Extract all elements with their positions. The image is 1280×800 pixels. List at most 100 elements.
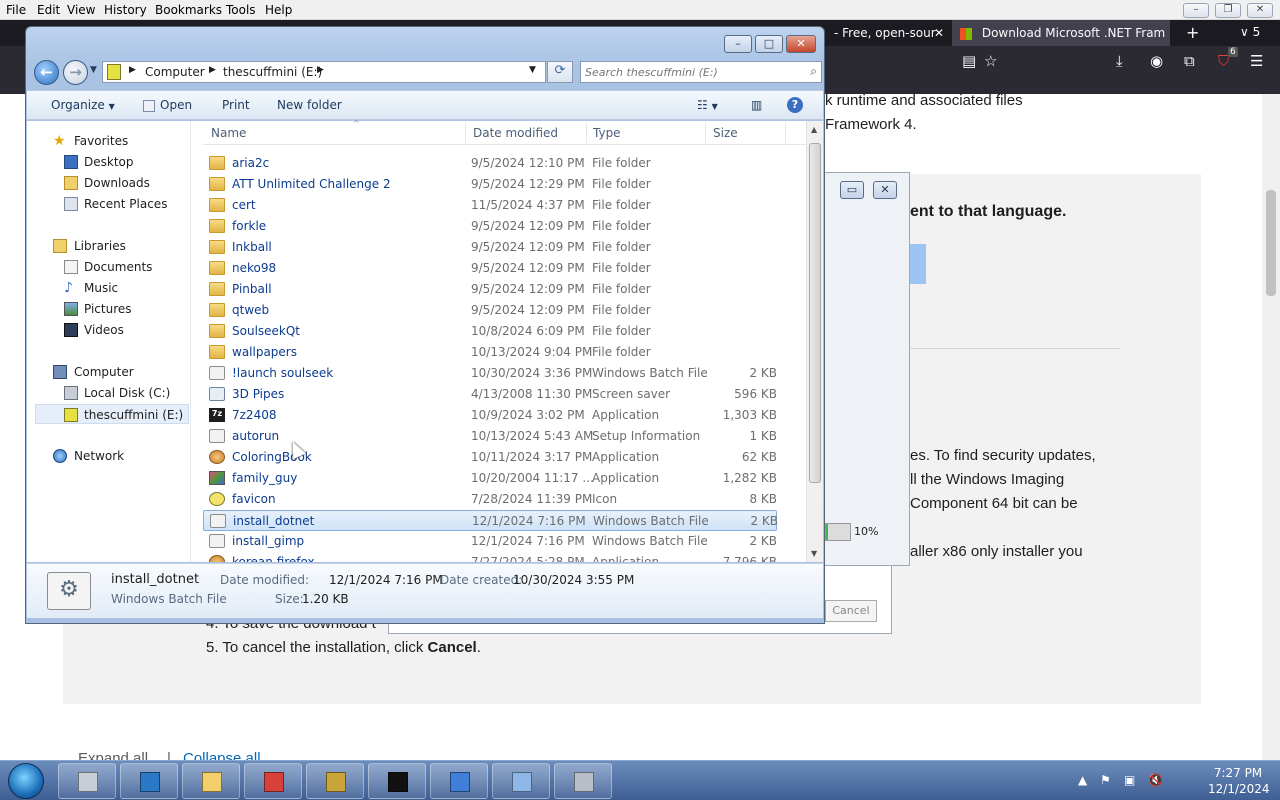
column-type[interactable]: Type xyxy=(593,126,621,140)
file-row[interactable]: !launch soulseek 10/30/2024 3:36 PM Window… xyxy=(203,363,777,384)
nav-local-disk[interactable]: Local Disk (C:) xyxy=(27,383,191,403)
taskbar-app-button[interactable] xyxy=(306,763,364,799)
search-input[interactable] xyxy=(585,64,795,80)
nav-recent-places[interactable]: Recent Places xyxy=(27,194,191,214)
explorer-close-button[interactable]: ✕ xyxy=(786,35,816,53)
webpage-scrollbar[interactable] xyxy=(1262,94,1280,760)
menu-bookmarks[interactable]: Bookmarks xyxy=(155,3,222,17)
nav-favorites[interactable]: ★ Favorites xyxy=(27,131,191,151)
nav-libraries[interactable]: Libraries xyxy=(27,236,191,256)
taskbar-app-button[interactable] xyxy=(368,763,426,799)
taskbar-app-button[interactable] xyxy=(182,763,240,799)
scroll-up-icon[interactable]: ▲ xyxy=(811,125,817,134)
column-size[interactable]: Size xyxy=(713,126,738,140)
taskbar-app-button[interactable] xyxy=(244,763,302,799)
tab-download-dotnet[interactable]: Download Microsoft .NET Fram xyxy=(952,20,1170,46)
column-name[interactable]: Name xyxy=(211,126,246,140)
installer-close-button[interactable]: ✕ xyxy=(873,181,897,199)
forward-button[interactable]: → xyxy=(63,60,88,85)
tab-list-button[interactable]: ∨ 5 xyxy=(1240,25,1260,39)
chevron-right-icon[interactable]: ▶ xyxy=(129,65,136,75)
print-button[interactable]: Print xyxy=(222,98,250,112)
help-icon[interactable]: ? xyxy=(787,97,803,113)
file-row[interactable]: wallpapers 10/13/2024 9:04 PM File folder xyxy=(203,342,777,363)
file-row[interactable]: aria2c 9/5/2024 12:10 PM File folder xyxy=(203,153,777,174)
nav-pictures[interactable]: Pictures xyxy=(27,299,191,319)
new-tab-icon[interactable]: + xyxy=(1186,23,1199,42)
nav-music[interactable]: ♪ Music xyxy=(27,278,191,298)
column-separator[interactable] xyxy=(465,123,466,143)
nav-desktop[interactable]: Desktop xyxy=(27,152,191,172)
file-row[interactable]: install_gimp 12/1/2024 7:16 PM Windows Bat… xyxy=(203,531,777,552)
firefox-minimize-button[interactable]: – xyxy=(1183,3,1209,18)
volume-muted-icon[interactable]: 🔇 xyxy=(1148,773,1163,787)
clock[interactable]: 7:27 PM 12/1/2024 xyxy=(1208,765,1270,797)
nav-computer[interactable]: Computer xyxy=(27,362,191,382)
chevron-right-icon[interactable]: ▶ xyxy=(209,65,216,75)
bookmark-star-icon[interactable]: ☆ xyxy=(984,52,997,70)
breadcrumb-drive[interactable]: thescuffmini (E:) xyxy=(223,65,322,79)
file-list-scrollbar[interactable]: ▲ ▼ xyxy=(806,121,823,562)
network-tray-icon[interactable]: ▣ xyxy=(1124,773,1135,787)
action-center-flag-icon[interactable]: ⚑ xyxy=(1100,773,1111,787)
close-icon[interactable]: ✕ xyxy=(934,20,944,46)
nav-videos[interactable]: Videos xyxy=(27,320,191,340)
change-view-button[interactable]: ☷ ▼ xyxy=(697,98,718,112)
address-bar[interactable]: ▶ Computer ▶ thescuffmini (E:) ▶ ▼ xyxy=(102,61,546,83)
menu-history[interactable]: History xyxy=(104,3,147,17)
file-row[interactable]: 7z 7z2408 10/9/2024 3:02 PM Application 1,30… xyxy=(203,405,777,426)
scrollbar-thumb[interactable] xyxy=(1266,190,1276,296)
column-separator[interactable] xyxy=(785,123,786,143)
scroll-down-icon[interactable]: ▼ xyxy=(811,549,817,558)
file-row[interactable]: neko98 9/5/2024 12:09 PM File folder xyxy=(203,258,777,279)
nav-thescuffmini[interactable]: thescuffmini (E:) xyxy=(35,404,189,424)
breadcrumb-computer[interactable]: Computer xyxy=(145,65,205,79)
file-row[interactable]: qtweb 9/5/2024 12:09 PM File folder xyxy=(203,300,777,321)
menu-help[interactable]: Help xyxy=(265,3,292,17)
refresh-button[interactable]: ⟳ xyxy=(547,61,573,83)
taskbar-app-button[interactable] xyxy=(58,763,116,799)
firefox-close-button[interactable]: ✕ xyxy=(1247,3,1273,18)
taskbar-app-button[interactable] xyxy=(120,763,178,799)
account-icon[interactable]: ◉ xyxy=(1150,52,1163,70)
taskbar-app-button[interactable] xyxy=(554,763,612,799)
nav-downloads[interactable]: Downloads xyxy=(27,173,191,193)
recent-pages-chevron-icon[interactable]: ▼ xyxy=(90,65,97,75)
menu-edit[interactable]: Edit xyxy=(37,3,60,17)
file-row[interactable]: Inkball 9/5/2024 12:09 PM File folder xyxy=(203,237,777,258)
new-folder-button[interactable]: New folder xyxy=(277,98,342,112)
tab-free-open-source[interactable]: - Free, open-sour ✕ xyxy=(826,20,950,46)
show-hidden-icons-icon[interactable]: ▲ xyxy=(1078,773,1087,787)
downloads-icon[interactable]: ⤓ xyxy=(1116,52,1123,70)
firefox-restore-button[interactable]: ❐ xyxy=(1215,3,1241,18)
menu-view[interactable]: View xyxy=(67,3,95,17)
column-separator[interactable] xyxy=(586,123,587,143)
organize-button[interactable]: Organize ▼ xyxy=(51,98,115,112)
start-button[interactable] xyxy=(8,763,44,799)
preview-pane-button[interactable]: ▥ xyxy=(751,98,762,112)
file-row[interactable]: 3D Pipes 4/13/2008 11:30 PM Screen saver 59… xyxy=(203,384,777,405)
file-row[interactable]: install_dotnet 12/1/2024 7:16 PM Windows B… xyxy=(203,510,778,531)
menu-tools[interactable]: Tools xyxy=(226,3,256,17)
explorer-maximize-button[interactable]: □ xyxy=(755,35,783,53)
file-row[interactable]: favicon 7/28/2024 11:39 PM Icon 8 KB xyxy=(203,489,777,510)
search-box[interactable]: ⌕ xyxy=(580,61,822,83)
extensions-icon[interactable]: ⧉ xyxy=(1184,52,1195,70)
file-row[interactable]: cert 11/5/2024 4:37 PM File folder xyxy=(203,195,777,216)
menu-file[interactable]: File xyxy=(6,3,26,17)
taskbar-app-button[interactable] xyxy=(492,763,550,799)
scrollbar-thumb[interactable] xyxy=(809,143,821,483)
nav-documents[interactable]: Documents xyxy=(27,257,191,277)
file-row[interactable]: Pinball 9/5/2024 12:09 PM File folder xyxy=(203,279,777,300)
installer-restore-button[interactable]: ▭ xyxy=(840,181,864,199)
chevron-right-icon[interactable]: ▶ xyxy=(317,65,324,75)
collapse-all-link[interactable]: Collapse all xyxy=(183,750,261,760)
taskbar-app-button[interactable] xyxy=(430,763,488,799)
column-separator[interactable] xyxy=(705,123,706,143)
file-row[interactable]: forkle 9/5/2024 12:09 PM File folder xyxy=(203,216,777,237)
expand-all-link[interactable]: Expand all xyxy=(78,750,148,760)
open-button[interactable]: Open xyxy=(143,98,192,112)
address-dropdown-icon[interactable]: ▼ xyxy=(529,65,536,75)
nav-network[interactable]: Network xyxy=(27,446,191,466)
search-icon[interactable]: ⌕ xyxy=(810,64,817,79)
